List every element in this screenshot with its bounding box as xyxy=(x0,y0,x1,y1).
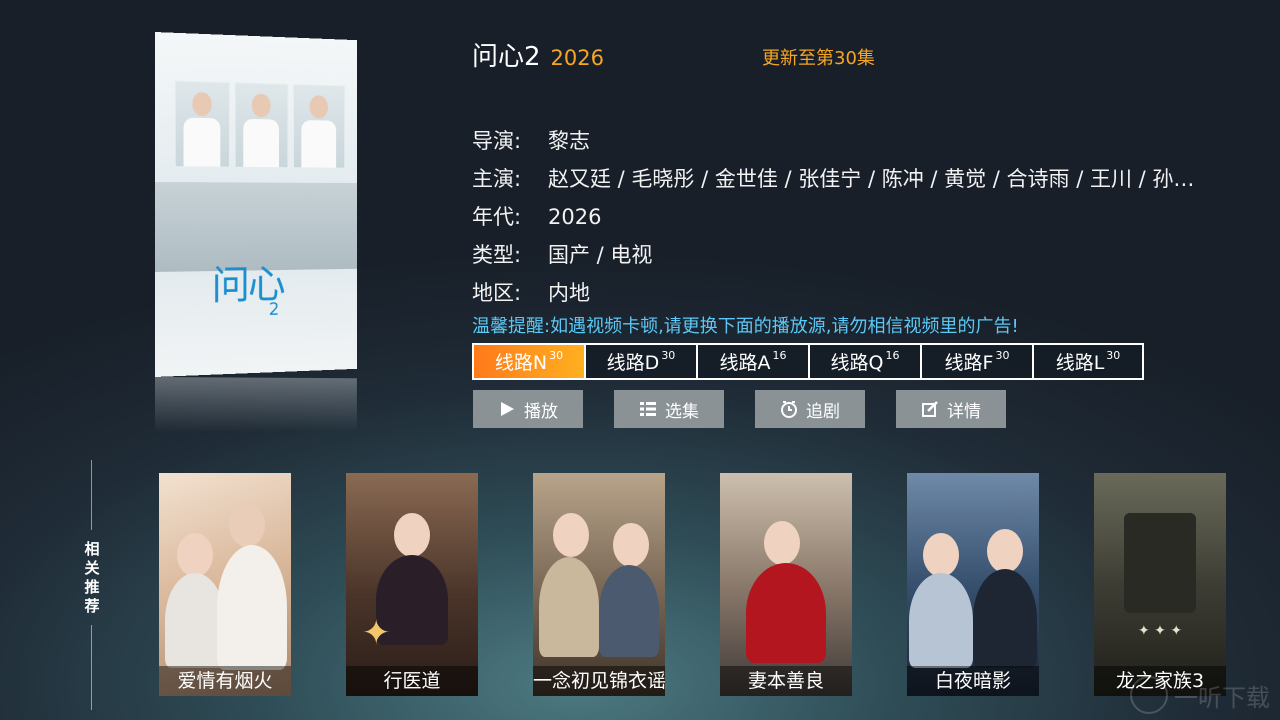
era-value: 2026 xyxy=(548,205,602,229)
card-figure xyxy=(599,565,659,657)
card-figure xyxy=(553,513,589,557)
route-tab[interactable]: 线路N 30 xyxy=(474,345,586,378)
route-count: 30 xyxy=(995,349,1010,362)
cast-label: 主演: xyxy=(472,167,522,191)
related-card[interactable]: 一念初见锦衣谣 xyxy=(533,473,665,696)
card-figure xyxy=(165,573,225,668)
route-name: 线路N xyxy=(494,352,548,374)
related-card-title: 行医道 xyxy=(346,666,478,696)
card-figure xyxy=(973,569,1037,668)
related-card[interactable]: ✦ 行医道 xyxy=(346,473,478,696)
route-count: 30 xyxy=(661,349,676,362)
related-card[interactable]: ✦ ✦ ✦ 龙之家族3 xyxy=(1094,473,1226,696)
watermark-icon xyxy=(1130,676,1168,714)
card-figure xyxy=(394,513,430,557)
era-label: 年代: xyxy=(472,205,522,229)
related-card-title: 一念初见锦衣谣 xyxy=(533,666,665,696)
poster-image: 问心 2 xyxy=(155,32,357,377)
route-name: 线路L xyxy=(1055,352,1105,374)
details-button[interactable]: 详情 xyxy=(896,390,1006,428)
follow-button[interactable]: 追剧 xyxy=(755,390,865,428)
card-logo: ✦ xyxy=(362,613,391,653)
related-card-title: 妻本善良 xyxy=(720,666,852,696)
poster-photo xyxy=(174,80,230,168)
route-tab[interactable]: 线路F 30 xyxy=(922,345,1034,378)
divider-line xyxy=(91,460,92,530)
genre-row: 类型: 国产 / 电视 xyxy=(472,239,652,269)
genre-value: 国产 / 电视 xyxy=(548,243,653,267)
follow-button-label: 追剧 xyxy=(806,401,840,422)
playback-tip: 温馨提醒:如遇视频卡顿,请更换下面的播放源,请勿相信视频里的广告! xyxy=(472,316,1019,337)
card-figure xyxy=(909,573,973,668)
poster-title-number: 2 xyxy=(268,299,280,320)
poster-photo xyxy=(234,82,289,169)
card-figure xyxy=(764,521,800,565)
details-button-label: 详情 xyxy=(947,401,981,422)
route-count: 16 xyxy=(772,349,787,362)
director-label: 导演: xyxy=(472,129,522,153)
card-logo: ✦ ✦ ✦ xyxy=(1137,623,1183,639)
region-row: 地区: 内地 xyxy=(472,277,590,307)
related-card-title: 爱情有烟火 xyxy=(159,666,291,696)
related-card[interactable]: 妻本善良 xyxy=(720,473,852,696)
route-tab[interactable]: 线路L 30 xyxy=(1034,345,1142,378)
region-label: 地区: xyxy=(472,281,522,305)
video-title: 问心2 xyxy=(472,42,541,72)
route-name: 线路A xyxy=(719,352,771,374)
related-card[interactable]: 爱情有烟火 xyxy=(159,473,291,696)
route-name: 线路F xyxy=(944,352,994,374)
card-figure xyxy=(746,563,826,663)
card-figure xyxy=(217,545,287,670)
list-icon xyxy=(640,402,656,416)
genre-label: 类型: xyxy=(472,243,522,267)
play-button-label: 播放 xyxy=(524,401,558,422)
card-figure xyxy=(229,503,265,547)
poster: 问心 2 xyxy=(155,32,369,432)
route-name: 线路Q xyxy=(830,352,884,374)
play-button[interactable]: 播放 xyxy=(473,390,583,428)
poster-photo xyxy=(292,84,346,169)
era-row: 年代: 2026 xyxy=(472,201,601,231)
related-label: 相关推荐 xyxy=(84,540,100,615)
route-count: 30 xyxy=(1106,349,1121,362)
card-figure xyxy=(177,533,213,577)
related-card[interactable]: 白夜暗影 xyxy=(907,473,1039,696)
video-year: 2026 xyxy=(550,46,604,70)
route-tab[interactable]: 线路Q 16 xyxy=(810,345,922,378)
watermark-text: 一听下载 xyxy=(1174,683,1270,712)
watermark: 一听下载 xyxy=(1130,676,1270,714)
director-value: 黎志 xyxy=(548,129,590,153)
poster-reflection xyxy=(155,377,357,432)
route-selector: 线路N 30 线路D 30 线路A 16 线路Q 16 线路F 30 线路L 30 xyxy=(472,343,1144,380)
route-tab[interactable]: 线路D 30 xyxy=(586,345,698,378)
card-figure xyxy=(987,529,1023,573)
cast-row: 主演: 赵又廷 / 毛晓彤 / 金世佳 / 张佳宁 / 陈冲 / 黄觉 / 合诗雨… xyxy=(472,163,1280,193)
episodes-button-label: 选集 xyxy=(665,401,699,422)
card-figure xyxy=(613,523,649,567)
play-icon xyxy=(501,402,514,416)
director-row: 导演: 黎志 xyxy=(472,125,590,155)
title-row: 问心2 2026 xyxy=(472,36,604,73)
clock-icon xyxy=(781,401,797,418)
cast-value: 赵又廷 / 毛晓彤 / 金世佳 / 张佳宁 / 陈冲 / 黄觉 / 合诗雨 / … xyxy=(548,167,1195,191)
region-value: 内地 xyxy=(548,281,590,305)
divider-line xyxy=(91,625,92,710)
update-status: 更新至第30集 xyxy=(762,48,875,69)
edit-icon xyxy=(922,401,938,417)
related-card-title: 白夜暗影 xyxy=(907,666,1039,696)
card-figure xyxy=(539,557,599,657)
route-count: 30 xyxy=(549,349,564,362)
route-tab[interactable]: 线路A 16 xyxy=(698,345,810,378)
episodes-button[interactable]: 选集 xyxy=(614,390,724,428)
route-name: 线路D xyxy=(606,352,660,374)
route-count: 16 xyxy=(885,349,900,362)
card-figure xyxy=(1124,513,1196,613)
card-figure xyxy=(923,533,959,577)
